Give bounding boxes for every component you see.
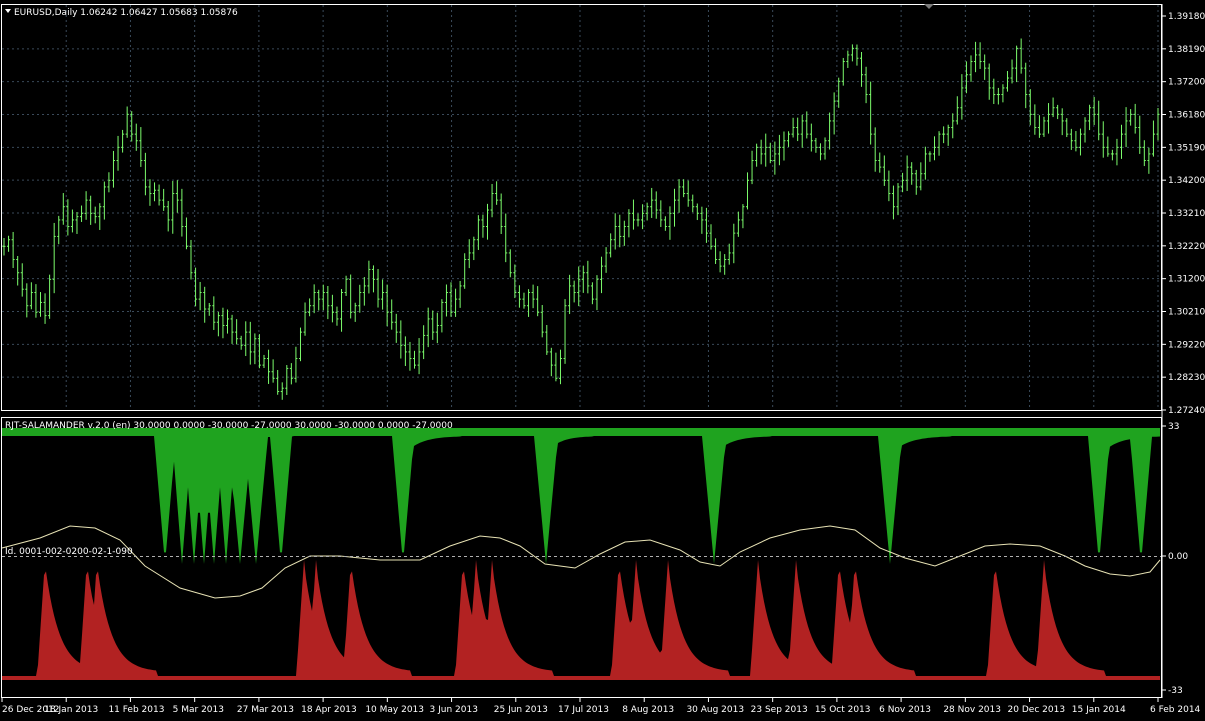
date-tick-label: 15 Jan 2014	[1072, 705, 1126, 715]
grid-lines	[2, 5, 1161, 410]
date-tick-label: 27 Mar 2013	[237, 705, 294, 715]
price-tick-label: 1.27240	[1168, 406, 1205, 416]
indicator-axis: 33 0.00 -33	[1162, 422, 1188, 696]
price-tick-label: 1.34200	[1168, 176, 1205, 186]
date-tick-label: 23 Sep 2013	[751, 705, 808, 715]
date-tick-label: 6 Nov 2013	[879, 705, 931, 715]
indicator-tick-label: -33	[1168, 686, 1183, 696]
date-tick-label: 28 Nov 2013	[943, 705, 1001, 715]
green-fill-area	[2, 428, 1160, 564]
date-tick-label: 18 Jan 2013	[44, 705, 98, 715]
price-tick-label: 1.39180	[1168, 12, 1205, 22]
date-tick-label: 30 Aug 2013	[686, 705, 744, 715]
yellow-oscillator-line	[1, 525, 1161, 599]
main-chart-header: EURUSD,Daily 1.06242 1.06427 1.05683 1.0…	[14, 8, 238, 18]
price-tick-label: 1.31200	[1168, 275, 1205, 285]
date-tick-label: 20 Dec 2013	[1008, 705, 1066, 715]
red-histogram	[2, 560, 1160, 680]
date-tick-label: 10 May 2013	[365, 705, 424, 715]
green-histogram	[2, 428, 1160, 564]
date-tick-label: 25 Jun 2013	[494, 705, 548, 715]
chart-shift-marker-icon[interactable]	[924, 4, 934, 9]
date-tick-label: 5 Mar 2013	[173, 705, 224, 715]
price-tick-label: 1.35190	[1168, 143, 1205, 153]
price-tick-label: 1.29220	[1168, 340, 1205, 350]
chart-menu-triangle-icon[interactable]	[5, 9, 11, 13]
price-tick-label: 1.38190	[1168, 45, 1205, 55]
indicator-id-label: Id. 0001-002-0200-02-1-090	[5, 547, 133, 557]
indicator-header: RJT-SALAMANDER v.2.0 (en) 30.0000 0.0000…	[5, 421, 453, 431]
price-tick-label: 1.36180	[1168, 111, 1205, 121]
date-axis: 26 Dec 201218 Jan 2013 11 Feb 2013 5 Mar 2…	[1, 698, 1201, 715]
date-tick-label: 11 Feb 2013	[108, 705, 164, 715]
main-chart-frame	[1, 4, 1162, 411]
indicator-tick-label: 33	[1168, 422, 1179, 432]
date-tick-label: 15 Oct 2013	[815, 705, 871, 715]
indicator-tick-label: 0.00	[1168, 552, 1188, 562]
date-tick-label: 17 Jul 2013	[558, 705, 609, 715]
price-tick-label: 1.28230	[1168, 373, 1205, 383]
date-tick-label: 6 Feb 2014	[1150, 705, 1201, 715]
price-tick-label: 1.37200	[1168, 78, 1205, 88]
price-tick-label: 1.30210	[1168, 308, 1205, 318]
oscillator-line-path	[1, 525, 1161, 599]
date-tick-label: 3 Jun 2013	[430, 705, 478, 715]
price-axis: 1.39180 1.38190 1.37200 1.36180 1.35190 1.342…	[1162, 12, 1205, 416]
date-tick-label: 18 Apr 2013	[301, 705, 357, 715]
metatrader-chart-window[interactable]: EURUSD,Daily 1.06242 1.06427 1.05683 1.0…	[0, 0, 1205, 721]
red-fill-area	[2, 560, 1160, 680]
price-tick-label: 1.33210	[1168, 209, 1205, 219]
price-tick-label: 1.32220	[1168, 242, 1205, 252]
date-tick-label: 8 Aug 2013	[622, 705, 674, 715]
price-chart-canvas[interactable]: EURUSD,Daily 1.06242 1.06427 1.05683 1.0…	[0, 0, 1205, 721]
price-candles	[2, 38, 1160, 400]
